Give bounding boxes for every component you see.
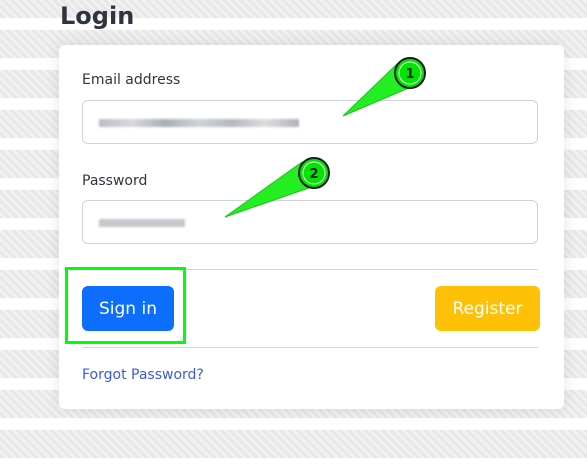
step-2-label: 2 [309, 167, 318, 182]
annotation-overlay: 1 2 [224, 57, 426, 218]
step-1-label: 1 [405, 67, 414, 82]
